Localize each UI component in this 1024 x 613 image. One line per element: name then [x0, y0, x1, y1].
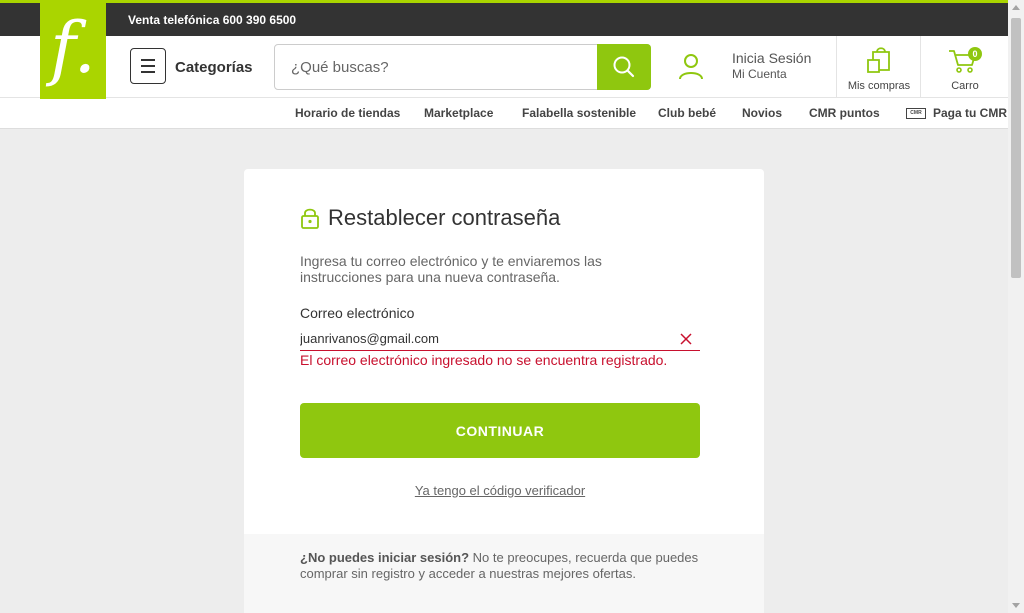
search-bar: [274, 44, 651, 90]
search-input[interactable]: [275, 45, 597, 89]
reset-password-card: Restablecer contraseña Ingresa tu correo…: [244, 169, 764, 613]
my-account-link[interactable]: Mi Cuenta: [732, 67, 787, 81]
shopping-bag-icon: [867, 47, 890, 73]
footer-bold-text: ¿No puedes iniciar sesión?: [300, 550, 470, 565]
header-divider: [920, 36, 921, 98]
subnav-store-hours[interactable]: Horario de tiendas: [295, 106, 400, 120]
page-scrollbar[interactable]: [1008, 0, 1024, 613]
continue-button[interactable]: CONTINUAR: [300, 403, 700, 458]
email-error-message: El correo electrónico ingresado no se en…: [300, 352, 668, 368]
subnav-club-bebe[interactable]: Club bebé: [658, 106, 716, 120]
top-bar: Venta telefónica 600 390 6500: [0, 0, 1024, 36]
subnav-pay-cmr[interactable]: Paga tu CMR: [933, 106, 1007, 120]
card-footer: ¿No puedes iniciar sesión? No te preocup…: [244, 534, 764, 613]
secondary-nav: Horario de tiendas Marketplace Falabella…: [0, 98, 1008, 129]
scroll-up-arrow-icon[interactable]: [1012, 5, 1020, 10]
scroll-down-arrow-icon[interactable]: [1012, 603, 1020, 608]
hamburger-icon: [141, 59, 155, 61]
cart-label: Carro: [951, 80, 979, 92]
main-header: Categorías Inicia Sesión Mi Cuenta Mis c…: [0, 36, 1008, 98]
cmr-card-icon: CMR: [906, 108, 926, 119]
search-icon: [613, 56, 635, 78]
login-link[interactable]: Inicia Sesión: [732, 50, 811, 66]
email-field[interactable]: [300, 327, 700, 351]
verification-code-link[interactable]: Ya tengo el código verificador: [244, 483, 756, 498]
form-description: Ingresa tu correo electrónico y te envia…: [300, 253, 602, 285]
subnav-sustainable[interactable]: Falabella sostenible: [522, 106, 636, 120]
categories-label[interactable]: Categorías: [175, 59, 253, 76]
search-button[interactable]: [597, 44, 651, 90]
my-purchases-button[interactable]: Mis compras: [838, 36, 920, 98]
phone-sales-text: Venta telefónica 600 390 6500: [128, 13, 297, 27]
my-purchases-label: Mis compras: [847, 80, 911, 92]
logo-glyph: f.: [50, 6, 96, 89]
email-label: Correo electrónico: [300, 305, 415, 321]
user-icon[interactable]: [678, 53, 704, 81]
falabella-logo[interactable]: f.: [40, 0, 106, 99]
clear-field-icon[interactable]: [680, 333, 692, 345]
categories-menu-button[interactable]: [130, 48, 166, 84]
lock-icon: [301, 208, 319, 229]
cart-count-badge: 0: [968, 47, 982, 61]
subnav-marketplace[interactable]: Marketplace: [424, 106, 493, 120]
header-divider: [836, 36, 837, 98]
subnav-novios[interactable]: Novios: [742, 106, 782, 120]
scrollbar-thumb[interactable]: [1011, 18, 1021, 278]
page-title: Restablecer contraseña: [328, 205, 561, 230]
subnav-cmr-points[interactable]: CMR puntos: [809, 106, 880, 120]
cart-button[interactable]: 0 Carro: [922, 36, 1008, 98]
footer-message: ¿No puedes iniciar sesión? No te preocup…: [300, 550, 720, 582]
